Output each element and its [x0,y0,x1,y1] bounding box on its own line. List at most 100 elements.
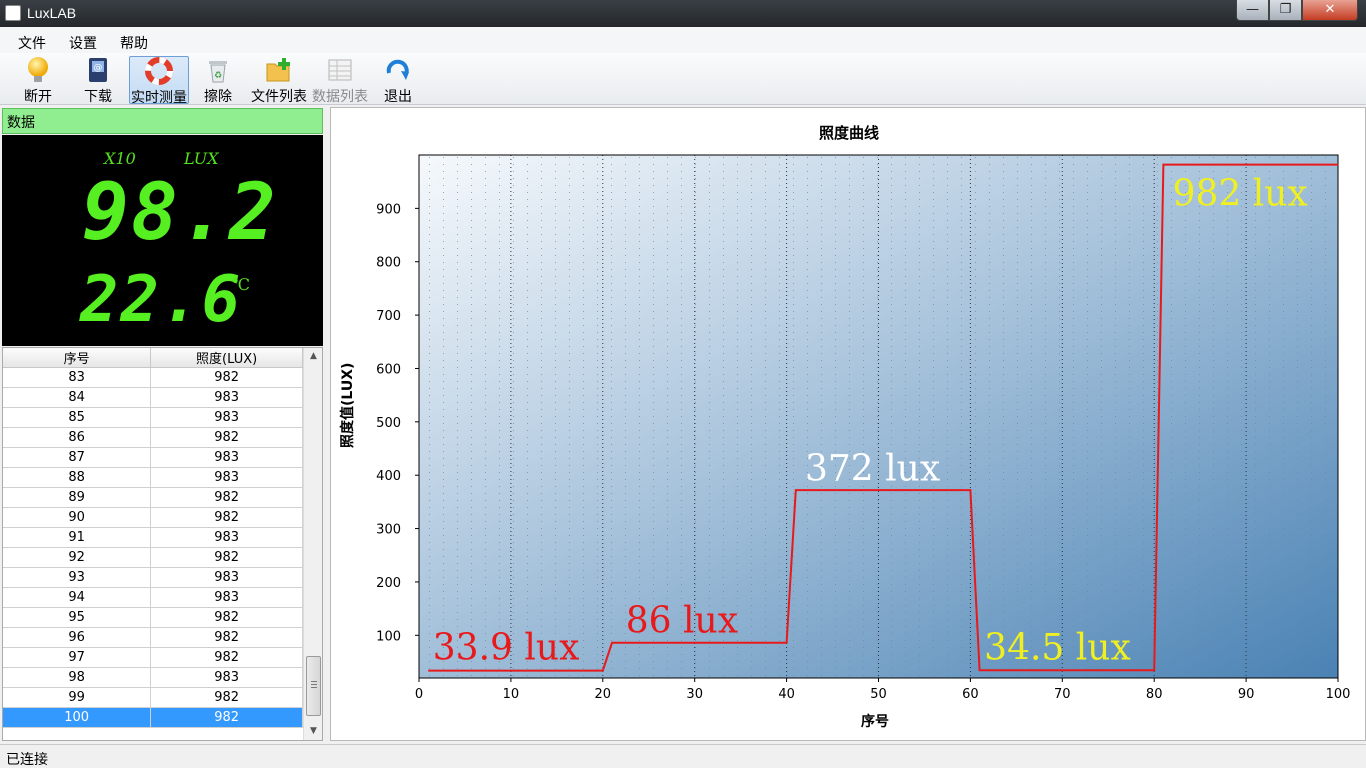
table-row[interactable]: 99 982 [3,687,303,708]
y-tick-label: 300 [376,523,401,538]
download-button[interactable]: @ 下载 [78,56,118,105]
table-row[interactable]: 95 982 [3,607,303,628]
table-row[interactable]: 88 983 [3,467,303,488]
row-index-cell: 100 [3,707,152,728]
address-book-icon: @ [89,58,107,82]
disconnect-label: 断开 [24,89,52,105]
x-tick-label: 70 [1054,687,1071,702]
data-table: 序号 照度(LUX) 83 982 84 983 85 983 86 982 87 983 88 98… [3,348,303,728]
row-lux-cell: 983 [150,447,303,468]
row-index-cell: 87 [3,447,152,468]
table-row[interactable]: 84 983 [3,387,303,408]
data-grid[interactable]: 序号 照度(LUX) 83 982 84 983 85 983 86 982 87 983 88 98… [2,347,323,741]
column-header-lux[interactable]: 照度(LUX) [150,348,303,368]
menu-settings[interactable]: 设置 [69,33,97,53]
scroll-up-icon[interactable]: ▲ [304,348,322,365]
row-lux-cell: 983 [150,587,303,608]
y-tick-label: 700 [376,309,401,324]
scroll-thumb[interactable] [306,656,321,716]
row-index-cell: 94 [3,587,152,608]
window-title: LuxLAB [27,5,77,21]
y-tick-label: 100 [376,629,401,644]
lifebuoy-icon [145,57,173,85]
row-index-cell: 98 [3,667,152,688]
row-lux-cell: 983 [150,387,303,408]
row-index-cell: 85 [3,407,152,428]
table-row[interactable]: 87 983 [3,447,303,468]
table-row[interactable]: 85 983 [3,407,303,428]
close-button[interactable]: ✕ [1302,0,1358,21]
row-lux-cell: 982 [150,707,303,728]
file-list-label: 文件列表 [251,89,307,105]
chart-panel: 照度曲线 照度值(LUX) 序号 0 10 20 30 40 50 60 70 80 90 100 1… [330,107,1366,741]
row-index-cell: 99 [3,687,152,708]
menu-help[interactable]: 帮助 [120,33,148,53]
table-row[interactable]: 93 983 [3,567,303,588]
row-index-cell: 95 [3,607,152,628]
table-row[interactable]: 83 982 [3,367,303,388]
y-tick-label: 200 [376,576,401,591]
svg-text:♻: ♻ [214,71,222,81]
table-row[interactable]: 94 983 [3,587,303,608]
vertical-scrollbar[interactable]: ▲ ▼ [303,348,322,740]
erase-button[interactable]: ♻ 擦除 [200,56,236,105]
x-tick-label: 40 [778,687,795,702]
row-lux-cell: 982 [150,367,303,388]
row-index-cell: 91 [3,527,152,548]
x-tick-label: 0 [415,687,423,702]
file-list-button[interactable]: 文件列表 [249,56,309,105]
data-grid-icon [328,59,352,81]
row-lux-cell: 983 [150,407,303,428]
table-row[interactable]: 97 982 [3,647,303,668]
app-icon [5,5,21,21]
recycle-bin-icon: ♻ [209,61,227,83]
y-tick-label: 900 [376,202,401,217]
data-list-button[interactable]: 数据列表 [310,56,370,105]
table-row[interactable]: 86 982 [3,427,303,448]
row-index-cell: 89 [3,487,152,508]
disconnect-button[interactable]: 断开 [16,56,60,105]
realtime-measure-button[interactable]: 实时测量 [129,56,189,106]
table-row[interactable]: 96 982 [3,627,303,648]
maximize-button[interactable]: ❐ [1269,0,1302,21]
lcd-multiplier: X10 [104,149,136,168]
x-tick-label: 50 [870,687,887,702]
value-annotation: 33.9 lux [433,627,580,668]
row-lux-cell: 982 [150,427,303,448]
row-index-cell: 83 [3,367,152,388]
x-tick-label: 10 [503,687,520,702]
row-index-cell: 86 [3,427,152,448]
table-row[interactable]: 98 983 [3,667,303,688]
lcd-display: X10 LUX 98.2 22.6 ℃ [2,135,323,346]
row-index-cell: 93 [3,567,152,588]
row-lux-cell: 982 [150,627,303,648]
row-lux-cell: 983 [150,527,303,548]
row-index-cell: 88 [3,467,152,488]
minimize-button[interactable]: — [1236,0,1269,21]
x-tick-label: 60 [962,687,979,702]
table-row[interactable]: 100 982 [3,707,303,728]
row-index-cell: 92 [3,547,152,568]
lcd-unit: LUX [184,149,219,168]
exit-button[interactable]: 退出 [380,56,416,105]
row-index-cell: 97 [3,647,152,668]
row-lux-cell: 982 [150,607,303,628]
table-row[interactable]: 89 982 [3,487,303,508]
column-header-index[interactable]: 序号 [3,348,152,368]
menu-file[interactable]: 文件 [18,33,46,53]
table-row[interactable]: 92 982 [3,547,303,568]
x-tick-label: 100 [1326,687,1351,702]
y-tick-label: 800 [376,256,401,271]
row-lux-cell: 983 [150,567,303,588]
table-row[interactable]: 90 982 [3,507,303,528]
menu-bar: 文件 设置 帮助 [0,27,1366,53]
x-tick-label: 20 [595,687,612,702]
y-tick-label: 500 [376,416,401,431]
exit-label: 退出 [384,89,412,105]
scroll-down-icon[interactable]: ▼ [304,723,322,740]
table-row[interactable]: 91 983 [3,527,303,548]
illuminance-chart: 0 10 20 30 40 50 60 70 80 90 100 100 200 300 400 500 600… [376,154,1351,702]
row-lux-cell: 982 [150,547,303,568]
value-annotation: 34.5 lux [984,627,1131,668]
lcd-illuminance-value: 98.2 [82,168,278,258]
